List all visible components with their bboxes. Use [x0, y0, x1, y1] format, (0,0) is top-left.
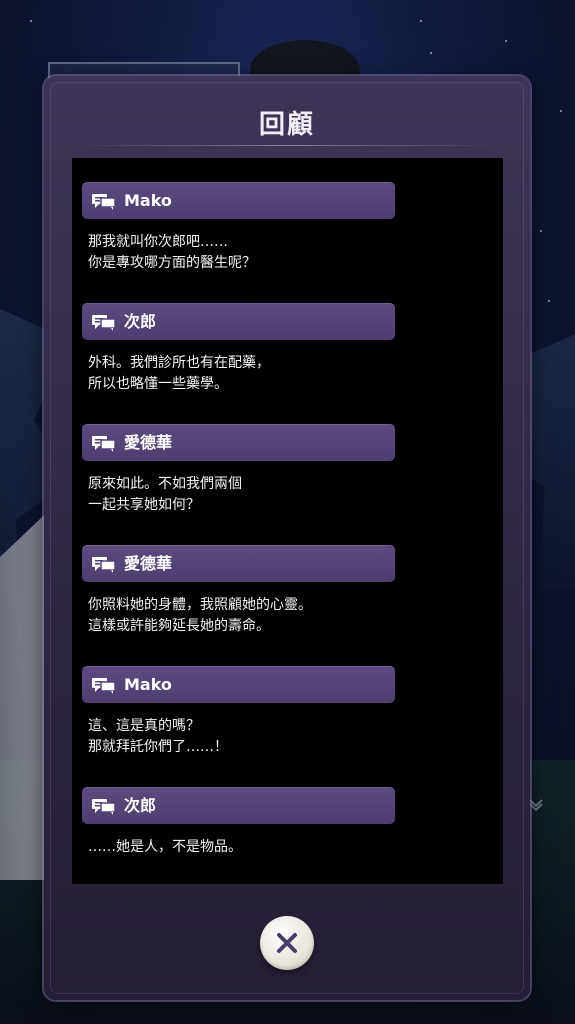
- log-entry: 愛德華 原來如此。不如我們兩個 一起共享她如何？: [82, 424, 492, 516]
- dialogue-text: 這、這是真的嗎？ 那就拜託你們了……！: [82, 716, 492, 758]
- log-entry: 次郎 ……她是人，不是物品。: [82, 787, 492, 858]
- backlog-dialog: 回顧 Mako 那我就叫你次郎吧…… 你是專攻哪方面的醫生呢？ 次郎 外科。我們…: [44, 76, 530, 1000]
- speaker-name: 次郎: [124, 312, 157, 331]
- speaker-bar: 愛德華: [82, 424, 395, 461]
- title-divider: [74, 145, 500, 146]
- dialogue-text: ……她是人，不是物品。: [82, 837, 492, 858]
- dialogue-line: 所以也略懂一些藥學。: [88, 376, 228, 392]
- backlog-list[interactable]: Mako 那我就叫你次郎吧…… 你是專攻哪方面的醫生呢？ 次郎 外科。我們診所也…: [72, 158, 503, 884]
- dialogue-line: 外科。我們診所也有在配藥，: [88, 355, 270, 371]
- dialogue-text: 那我就叫你次郎吧…… 你是專攻哪方面的醫生呢？: [82, 232, 492, 274]
- log-entry: 次郎 外科。我們診所也有在配藥， 所以也略懂一些藥學。: [82, 303, 492, 395]
- speaker-name: 愛德華: [124, 433, 173, 452]
- dialogue-text: 你照料她的身體，我照顧她的心靈。 這樣或許能夠延長她的壽命。: [82, 595, 492, 637]
- dialogue-line: 你照料她的身體，我照顧她的心靈。: [88, 597, 312, 613]
- chat-bubbles-icon: [92, 678, 116, 694]
- speaker-name: 愛德華: [124, 554, 173, 573]
- speaker-bar: 次郎: [82, 787, 395, 824]
- chevron-down-icon: [529, 799, 543, 812]
- log-entry: Mako 這、這是真的嗎？ 那就拜託你們了……！: [82, 666, 492, 758]
- star: [30, 20, 32, 22]
- speaker-name: Mako: [124, 675, 172, 694]
- chat-bubbles-icon: [92, 436, 116, 452]
- close-x-icon: [277, 933, 297, 953]
- dialogue-line: 這樣或許能夠延長她的壽命。: [88, 618, 270, 634]
- log-entry: 愛德華 你照料她的身體，我照顧她的心靈。 這樣或許能夠延長她的壽命。: [82, 545, 492, 637]
- star: [430, 52, 432, 54]
- dialogue-line: 這、這是真的嗎？: [88, 718, 200, 734]
- speaker-bar: 愛德華: [82, 545, 395, 582]
- star: [560, 110, 562, 112]
- star: [548, 300, 550, 302]
- chat-bubbles-icon: [92, 799, 116, 815]
- dialogue-line: 原來如此。不如我們兩個: [88, 476, 242, 492]
- chat-bubbles-icon: [92, 315, 116, 331]
- dialogue-text: 外科。我們診所也有在配藥， 所以也略懂一些藥學。: [82, 353, 492, 395]
- speaker-bar: Mako: [82, 182, 395, 219]
- speaker-name: Mako: [124, 191, 172, 210]
- dialogue-line: ……她是人，不是物品。: [88, 839, 242, 855]
- speaker-name: 次郎: [124, 796, 157, 815]
- star: [540, 230, 542, 232]
- log-entry: Mako 那我就叫你次郎吧…… 你是專攻哪方面的醫生呢？: [82, 182, 492, 274]
- close-button[interactable]: [260, 916, 314, 970]
- speaker-bar: 次郎: [82, 303, 395, 340]
- dialogue-text: 原來如此。不如我們兩個 一起共享她如何？: [82, 474, 492, 516]
- speaker-bar: Mako: [82, 666, 395, 703]
- dialogue-line: 那我就叫你次郎吧……: [88, 234, 228, 250]
- dialog-title: 回顧: [258, 110, 315, 140]
- chat-bubbles-icon: [92, 194, 116, 210]
- chat-bubbles-icon: [92, 557, 116, 573]
- star: [505, 40, 507, 42]
- dialogue-line: 你是專攻哪方面的醫生呢？: [88, 255, 256, 271]
- star: [420, 20, 422, 22]
- dialogue-line: 一起共享她如何？: [88, 497, 200, 513]
- dialogue-line: 那就拜託你們了……！: [88, 739, 228, 755]
